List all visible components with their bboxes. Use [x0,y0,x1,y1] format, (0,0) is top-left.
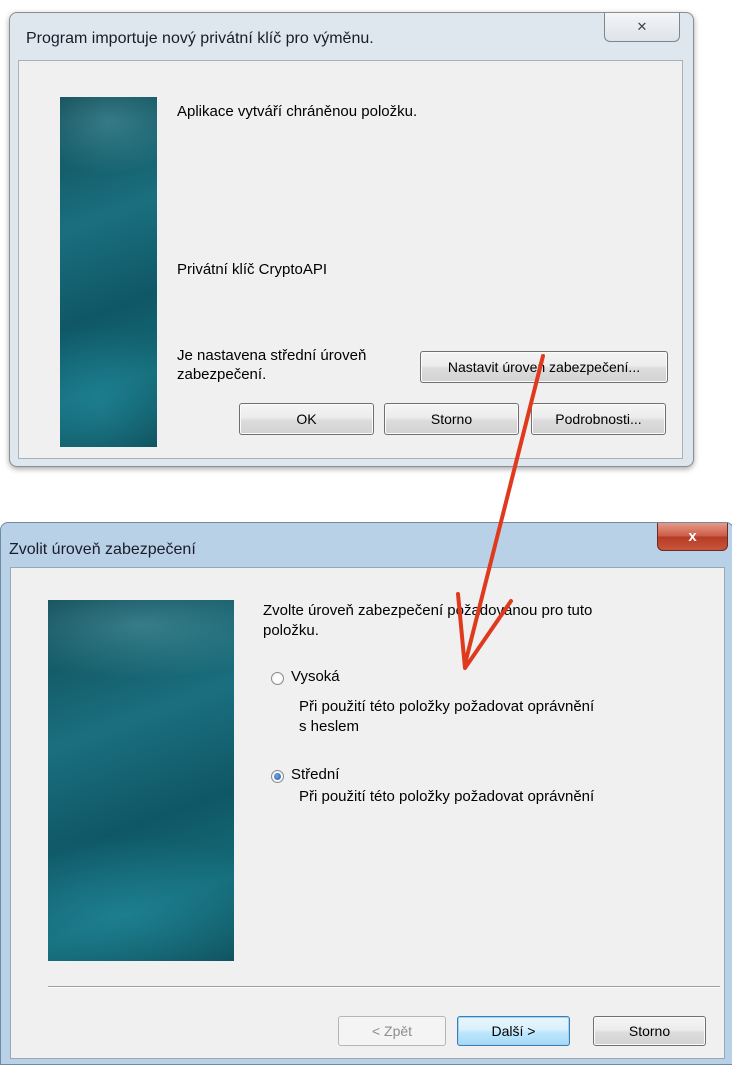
cancel-button[interactable]: Storno [384,403,519,435]
dialog-title: Zvolit úroveň zabezpečení [9,541,196,558]
item-name-text: Privátní klíč CryptoAPI [177,261,328,278]
security-level-text-line1: Je nastavena střední úroveň [177,347,367,364]
import-key-dialog: Program importuje nový privátní klíč pro… [9,12,694,467]
close-button[interactable]: ✕ [604,13,680,42]
set-security-level-button[interactable]: Nastavit úroveň zabezpečení... [420,351,668,383]
security-level-dialog: Zvolit úroveň zabezpečení x Zvolte úrove… [0,522,732,1065]
dialog-title: Program importuje nový privátní klíč pro… [26,30,374,47]
cancel-button[interactable]: Storno [593,1016,706,1046]
next-button[interactable]: Další > [457,1016,570,1046]
side-banner-image [60,97,157,447]
radio-high[interactable] [271,672,284,685]
option-medium-label[interactable]: Střední [291,766,339,783]
side-banner-image [48,600,234,961]
radio-medium[interactable] [271,770,284,783]
close-icon: ✕ [636,19,648,34]
close-button[interactable]: x [657,523,728,551]
option-high-desc-line2: s heslem [299,718,360,735]
option-high-desc-line1: Při použití této položky požadovat opráv… [299,698,595,715]
intro-text-line1: Zvolte úroveň zabezpečení požadovanou pr… [263,602,593,619]
intro-text-line2: položku. [263,622,319,639]
option-medium-desc-line1: Při použití této položky požadovat opráv… [299,788,595,805]
details-button[interactable]: Podrobnosti... [531,403,666,435]
dialog-content: Aplikace vytváří chráněnou položku. Priv… [18,60,683,459]
security-level-text-line2: zabezpečení. [177,366,267,383]
back-button[interactable]: < Zpět [338,1016,446,1046]
message-text: Aplikace vytváří chráněnou položku. [177,103,418,120]
separator [48,986,720,988]
option-high-label[interactable]: Vysoká [291,668,340,685]
dialog-content: Zvolte úroveň zabezpečení požadovanou pr… [10,567,725,1059]
ok-button[interactable]: OK [239,403,374,435]
close-icon: x [688,528,697,545]
